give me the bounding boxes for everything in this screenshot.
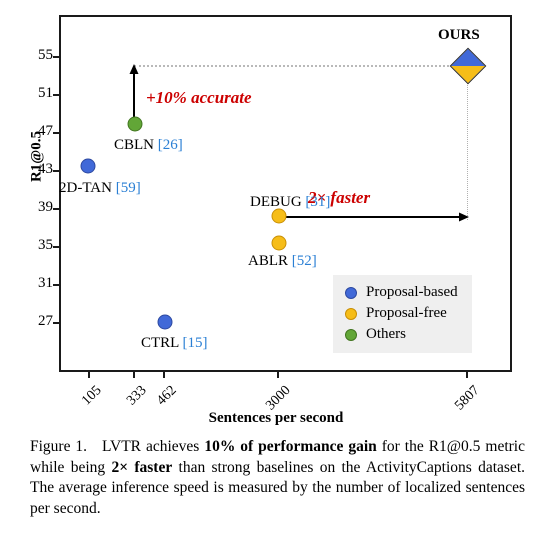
- label-debug-name: DEBUG: [250, 194, 302, 210]
- label-ablr: ABLR [52]: [248, 253, 317, 270]
- y-tick-label-35: 35: [38, 237, 53, 253]
- legend-item-proposal-based[interactable]: Proposal-based: [345, 282, 458, 303]
- label-2d-tan-cite: [59]: [115, 180, 141, 196]
- data-point-ablr[interactable]: [271, 235, 287, 251]
- caption-model-name: LVTR: [101, 438, 142, 455]
- y-axis-title: R1@0.5: [28, 130, 45, 183]
- plot-area: +10% accurate 2× faster OURS CBLN [26] 2…: [59, 15, 512, 372]
- label-debug: DEBUG [31]: [250, 194, 330, 211]
- label-cbln-cite: [26]: [157, 137, 183, 153]
- legend-item-others[interactable]: Others: [345, 324, 458, 345]
- legend-swatch-blue-icon: [345, 286, 357, 299]
- label-ctrl-cite: [15]: [182, 335, 208, 351]
- x-tick-mark: [88, 372, 90, 378]
- label-2d-tan-name: 2D-TAN: [59, 180, 112, 196]
- x-tick-mark: [277, 372, 279, 378]
- caption-bold1: 10% of performance gain: [204, 438, 377, 455]
- label-debug-cite: [31]: [305, 194, 331, 210]
- x-tick-mark: [163, 372, 165, 378]
- legend-label-proposal-based: Proposal-based: [366, 284, 458, 300]
- label-ours: OURS: [438, 27, 480, 43]
- legend-swatch-yellow-icon: [345, 307, 357, 320]
- data-point-cbln[interactable]: [127, 116, 143, 132]
- label-ablr-name: ABLR: [248, 253, 289, 269]
- y-tick-label-55: 55: [38, 47, 53, 63]
- x-tick-mark: [133, 372, 135, 378]
- caption-part1: achieves: [141, 438, 205, 455]
- data-point-ctrl[interactable]: [157, 314, 173, 330]
- caption-bold2: 2× faster: [111, 458, 173, 476]
- y-tick-label-51: 51: [38, 85, 53, 101]
- label-ablr-cite: [52]: [291, 253, 317, 269]
- y-tick-label-31: 31: [38, 275, 53, 291]
- y-tick-label-27: 27: [38, 313, 53, 329]
- figure-caption: Figure 1. LVTR achieves 10% of performan…: [30, 437, 525, 519]
- label-ctrl: CTRL [15]: [141, 335, 208, 352]
- legend-label-proposal-free: Proposal-free: [366, 305, 447, 321]
- data-point-ours[interactable]: [449, 47, 487, 85]
- legend-item-proposal-free[interactable]: Proposal-free: [345, 303, 458, 324]
- guide-line-vertical: [467, 65, 468, 220]
- figure-1: R1@0.5 55 51 47 43 39 35 31 27 +10% accu…: [0, 0, 552, 432]
- legend-swatch-green-icon: [345, 328, 357, 341]
- guide-line-horizontal: [134, 65, 469, 67]
- y-tick-label-43: 43: [38, 161, 53, 177]
- label-ctrl-name: CTRL: [141, 335, 179, 351]
- label-cbln-name: CBLN: [114, 137, 155, 153]
- label-cbln: CBLN [26]: [114, 137, 183, 154]
- annotation-accuracy: +10% accurate: [146, 88, 252, 107]
- legend-label-others: Others: [366, 326, 406, 342]
- label-2d-tan: 2D-TAN [59]: [59, 180, 141, 197]
- y-tick-label-39: 39: [38, 199, 53, 215]
- data-point-2d-tan[interactable]: [80, 158, 96, 174]
- x-axis-title: Sentences per second: [208, 410, 344, 426]
- speed-arrow: [279, 212, 469, 222]
- legend: Proposal-based Proposal-free Others: [333, 275, 472, 353]
- y-tick-label-47: 47: [38, 123, 53, 139]
- caption-figure-number: Figure 1.: [30, 438, 88, 455]
- x-tick-mark: [466, 372, 468, 378]
